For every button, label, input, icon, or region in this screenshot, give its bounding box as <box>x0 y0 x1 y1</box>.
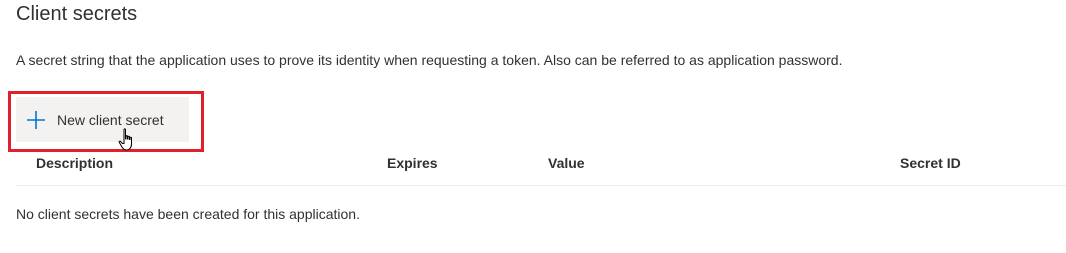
column-header-description[interactable]: Description <box>36 155 113 171</box>
hand-pointer-cursor-icon <box>118 128 138 152</box>
column-header-expires[interactable]: Expires <box>387 155 438 171</box>
empty-state-message: No client secrets have been created for … <box>16 206 360 222</box>
section-description: A secret string that the application use… <box>16 52 843 68</box>
secrets-table-header: Description Expires Value Secret ID <box>16 153 1066 186</box>
column-header-value[interactable]: Value <box>548 155 585 171</box>
highlight-annotation-box <box>8 91 204 152</box>
page-title: Client secrets <box>16 3 138 25</box>
column-header-secret-id[interactable]: Secret ID <box>900 155 961 171</box>
